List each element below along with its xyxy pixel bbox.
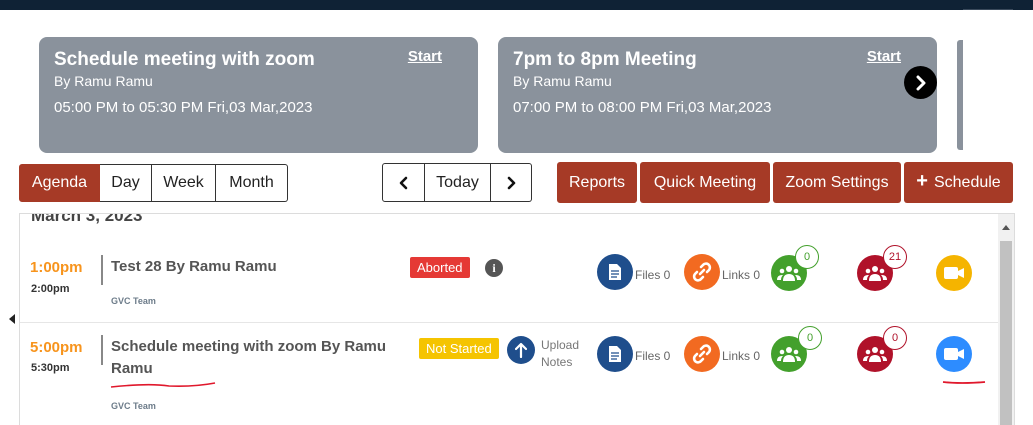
meeting-team: GVC Team [111, 401, 156, 411]
link-icon [692, 344, 712, 364]
files-count: Files 0 [635, 349, 671, 363]
document-icon [609, 346, 621, 362]
agenda-list: March 3, 2023 1:00pm 2:00pm Test 28 By R… [19, 213, 1015, 425]
upload-notes-label: Upload Notes [541, 337, 579, 371]
files-button[interactable] [597, 336, 633, 372]
start-meeting-link[interactable]: Start [867, 48, 901, 65]
upload-label-line-1: Upload [541, 338, 580, 352]
upcoming-meeting-card-2[interactable]: 7pm to 8pm Meeting By Ramu Ramu 07:00 PM… [498, 37, 937, 153]
video-camera-icon [944, 267, 964, 279]
tab-week[interactable]: Week [152, 164, 216, 202]
links-button[interactable] [684, 336, 720, 372]
video-camera-icon [944, 348, 964, 360]
time-divider [101, 335, 103, 365]
chevron-right-icon [507, 176, 516, 189]
meeting-start-time: 5:00pm [30, 339, 83, 356]
meeting-title-line-1: Schedule meeting with zoom By Ramu [111, 338, 387, 355]
schedule-button[interactable]: + Schedule [904, 162, 1013, 203]
tab-month[interactable]: Month [216, 164, 288, 202]
chevron-left-icon [399, 176, 407, 189]
upcoming-meeting-card-1[interactable]: Schedule meeting with zoom By Ramu Ramu … [39, 37, 478, 153]
meeting-row[interactable]: 5:00pm 5:30pm Schedule meeting with zoom… [20, 323, 1000, 425]
meeting-end-time: 5:30pm [31, 362, 70, 374]
top-nav-tab[interactable] [963, 0, 1013, 10]
today-button[interactable]: Today [425, 163, 491, 202]
group-cross-icon [863, 347, 887, 362]
arrow-up-icon [515, 342, 527, 358]
zoom-settings-button[interactable]: Zoom Settings [773, 162, 901, 203]
card-title: Schedule meeting with zoom [54, 49, 315, 70]
chevron-right-icon [916, 75, 925, 90]
join-zoom-button[interactable] [936, 336, 972, 372]
meeting-title-line-2: Ramu [111, 360, 153, 377]
meeting-row[interactable]: 1:00pm 2:00pm Test 28 By Ramu Ramu GVC T… [20, 214, 1000, 322]
card-time: 05:00 PM to 05:30 PM Fri,03 Mar,2023 [54, 99, 313, 116]
view-tabs: Agenda Day Week Month [19, 164, 288, 202]
start-meeting-link[interactable]: Start [408, 48, 442, 65]
next-button[interactable] [491, 163, 532, 202]
meeting-start-time: 1:00pm [30, 259, 83, 276]
plus-icon: + [916, 170, 928, 192]
date-navigation: Today [382, 163, 532, 202]
reports-button[interactable]: Reports [557, 162, 637, 203]
group-cross-icon [863, 266, 887, 281]
meeting-title[interactable]: Test 28 By Ramu Ramu [111, 256, 277, 278]
quick-meeting-button[interactable]: Quick Meeting [640, 162, 770, 203]
card-time: 07:00 PM to 08:00 PM Fri,03 Mar,2023 [513, 99, 772, 116]
card-title: 7pm to 8pm Meeting [513, 49, 697, 70]
meeting-end-time: 2:00pm [31, 283, 70, 295]
link-icon [692, 262, 712, 282]
files-count: Files 0 [635, 268, 671, 282]
schedule-label: Schedule [933, 173, 1001, 191]
accepted-count: 0 [798, 326, 822, 350]
status-badge: Aborted [410, 257, 470, 278]
card-host: By Ramu Ramu [54, 73, 153, 89]
card-host: By Ramu Ramu [513, 73, 612, 89]
links-button[interactable] [684, 254, 720, 290]
collapse-sidebar-icon[interactable] [9, 314, 15, 324]
links-count: Links 0 [722, 349, 761, 363]
accepted-count: 0 [795, 245, 819, 269]
tab-agenda[interactable]: Agenda [19, 164, 100, 202]
meeting-team: GVC Team [111, 296, 156, 306]
vertical-scrollbar[interactable] [998, 214, 1014, 425]
top-nav-bar [0, 0, 1033, 10]
declined-count: 21 [883, 245, 907, 269]
prev-button[interactable] [382, 163, 425, 202]
red-underline-annotation [942, 381, 986, 384]
time-divider [101, 255, 103, 285]
upload-notes-button[interactable] [507, 336, 535, 364]
status-badge: Not Started [419, 338, 499, 359]
scroll-thumb[interactable] [1000, 241, 1012, 425]
red-underline-annotation [110, 382, 216, 388]
links-count: Links 0 [722, 268, 761, 282]
files-button[interactable] [597, 254, 633, 290]
carousel-next-button[interactable] [904, 66, 937, 99]
join-camera-button[interactable] [936, 255, 972, 291]
group-check-icon [777, 347, 801, 362]
info-icon[interactable]: i [485, 259, 503, 277]
document-icon [609, 264, 621, 280]
group-check-icon [777, 266, 801, 281]
upload-label-line-2: Notes [541, 355, 573, 369]
scroll-up-arrow-icon[interactable] [1002, 225, 1010, 230]
upcoming-meeting-card-3[interactable] [957, 40, 963, 150]
tab-day[interactable]: Day [100, 164, 152, 202]
meeting-title[interactable]: Schedule meeting with zoom By Ramu Ramu [111, 336, 386, 380]
declined-count: 0 [883, 326, 907, 350]
